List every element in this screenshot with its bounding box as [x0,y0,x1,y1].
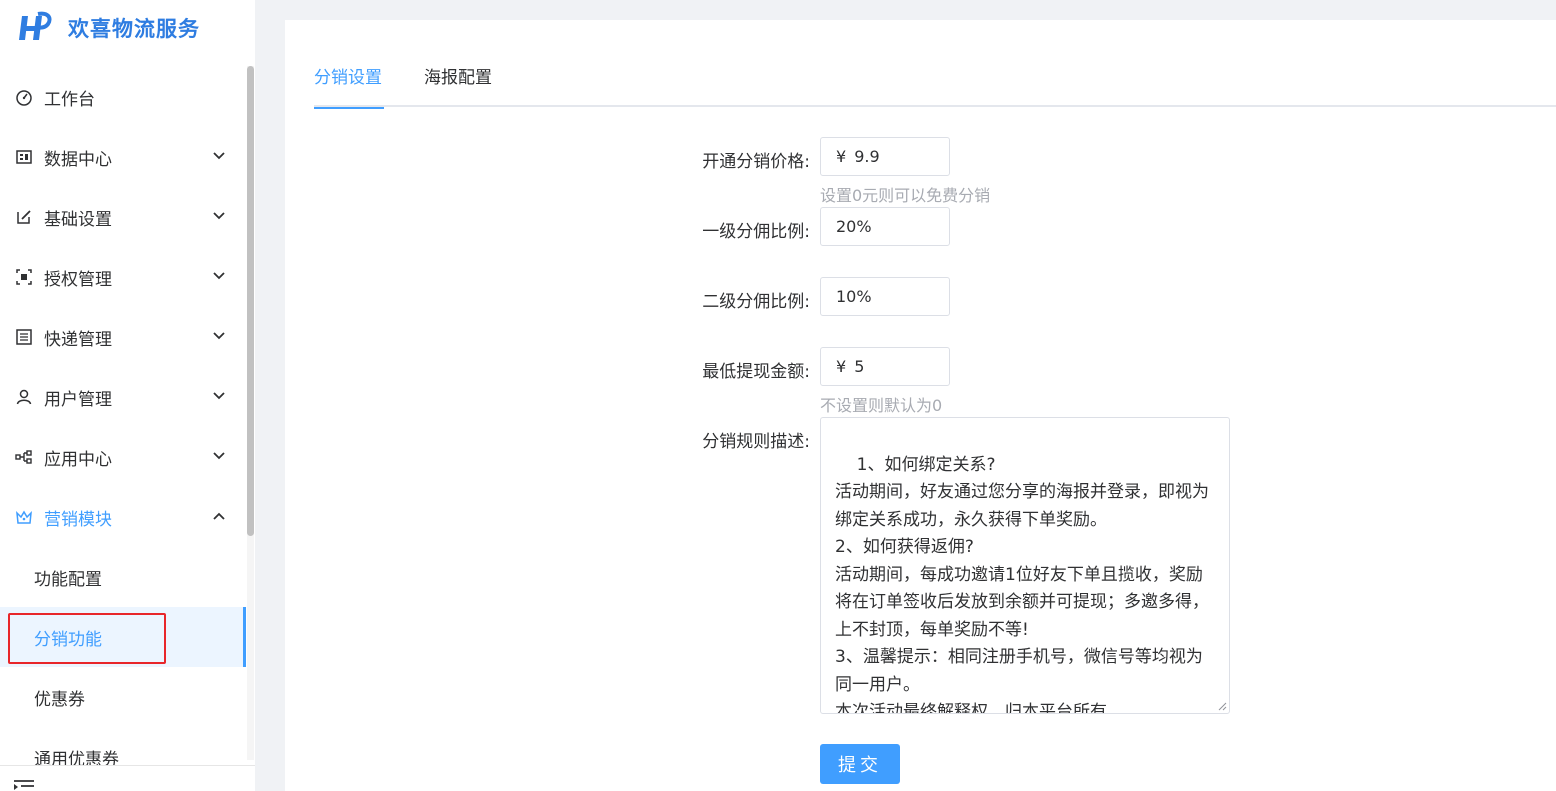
edit-icon [14,207,34,227]
level1-value: 20% [836,217,872,236]
resize-handle-icon[interactable] [1217,701,1227,711]
min-withdraw-hint: 不设置则默认为0 [820,396,943,415]
data-icon [14,147,34,167]
sidebar-subitem-feature-config[interactable]: 功能配置 [0,547,246,607]
sidebar-item-data-center[interactable]: 数据中心 [0,127,246,187]
price-prefix: ¥ [836,147,847,166]
scrollbar-thumb[interactable] [247,66,254,536]
tab-bar: 分销设置 海报配置 [314,63,1556,109]
sidebar-item-express[interactable]: 快递管理 [0,307,246,367]
side-menu: 工作台 数据中心 基础设置 授权管理 快递管理 用户管理 应用中心 营销模块 功… [0,67,246,787]
collapse-menu-icon[interactable] [14,780,34,791]
chevron-down-icon [212,389,226,403]
sidebar-item-label: 授权管理 [44,269,112,290]
min-withdraw-input[interactable]: ¥ 5 [820,347,950,386]
chevron-up-icon [212,509,226,523]
tab-distribution-settings[interactable]: 分销设置 [314,63,384,109]
sidebar-item-label: 快递管理 [44,329,112,350]
sidebar-item-label: 应用中心 [44,449,112,470]
active-tab-indicator [314,107,384,109]
main-panel: 分销设置 海报配置 开通分销价格: ¥ 9.9 设置0元则可以免费分销 一级分佣… [285,20,1556,791]
min-withdraw-prefix: ¥ [836,357,847,376]
sidebar-subitem-label: 分销功能 [34,629,102,650]
tab-label: 分销设置 [314,68,382,88]
chevron-down-icon [212,149,226,163]
sidebar-subitem-label: 功能配置 [34,569,102,590]
sidebar-item-apps[interactable]: 应用中心 [0,427,246,487]
app-logo[interactable]: 欢喜物流服务 [14,8,200,48]
sidebar-item-basic-settings[interactable]: 基础设置 [0,187,246,247]
level2-ratio-input[interactable]: 10% [820,277,950,316]
chevron-down-icon [212,209,226,223]
sidebar-item-label: 用户管理 [44,389,112,410]
sidebar-item-label: 营销模块 [44,509,112,530]
submit-button[interactable]: 提交 [820,744,900,784]
sidebar-item-marketing[interactable]: 营销模块 [0,487,246,547]
chevron-down-icon [212,329,226,343]
level2-value: 10% [836,287,872,306]
price-hint: 设置0元则可以免费分销 [820,186,991,205]
logo-icon [19,11,52,40]
rules-text: 1、如何绑定关系? 活动期间，好友通过您分享的海报并登录，即视为绑定关系成功，永… [835,454,1209,714]
level2-label: 二级分佣比例: [702,292,810,312]
user-icon [14,387,34,407]
apps-icon [14,447,34,467]
sidebar-subitem-distribution[interactable]: 分销功能 [0,607,246,667]
sidebar-item-authorization[interactable]: 授权管理 [0,247,246,307]
dashboard-icon [14,87,34,107]
list-icon [14,327,34,347]
level1-ratio-input[interactable]: 20% [820,207,950,246]
tab-label: 海报配置 [424,68,492,88]
min-withdraw-value: 5 [854,357,865,376]
rules-textarea[interactable]: 1、如何绑定关系? 活动期间，好友通过您分享的海报并登录，即视为绑定关系成功，永… [820,417,1230,714]
sidebar-footer [0,765,255,791]
app-title: 欢喜物流服务 [68,17,200,41]
sidebar-subitem-coupons[interactable]: 优惠券 [0,667,246,727]
scan-icon [14,267,34,287]
sidebar-subitem-label: 优惠券 [34,689,85,710]
sidebar-item-label: 工作台 [44,89,95,110]
sidebar-item-workbench[interactable]: 工作台 [0,67,246,127]
price-label: 开通分销价格: [702,152,810,172]
price-input[interactable]: ¥ 9.9 [820,137,950,176]
min-withdraw-label: 最低提现金额: [702,362,810,382]
sidebar: 欢喜物流服务 工作台 数据中心 基础设置 授权管理 快递管理 用户管理 应用中心… [0,0,255,791]
rules-label: 分销规则描述: [702,432,810,452]
price-value: 9.9 [854,147,880,166]
sidebar-item-users[interactable]: 用户管理 [0,367,246,427]
chevron-down-icon [212,269,226,283]
sidebar-scrollbar[interactable] [247,66,254,760]
crown-icon [14,507,34,527]
chevron-down-icon [212,449,226,463]
sidebar-item-label: 基础设置 [44,209,112,230]
sidebar-item-label: 数据中心 [44,149,112,170]
level1-label: 一级分佣比例: [702,222,810,242]
tab-poster-config[interactable]: 海报配置 [424,63,492,107]
